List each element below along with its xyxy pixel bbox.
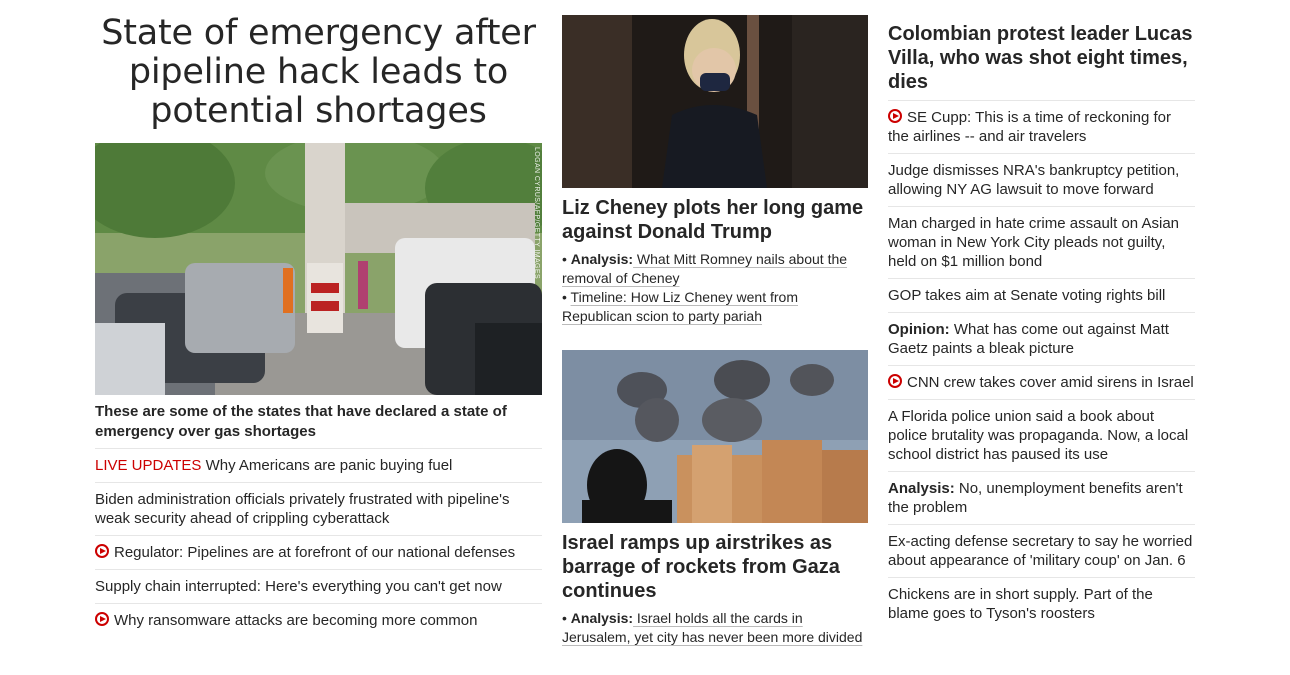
- gaza-airstrikes-photo[interactable]: [562, 350, 868, 523]
- list-item-text[interactable]: GOP takes aim at Senate voting rights bi…: [888, 287, 1165, 304]
- list-item-text[interactable]: Ex-acting defense secretary to say he wo…: [888, 533, 1192, 569]
- list-item-text[interactable]: Regulator: Pipelines are at forefront of…: [114, 544, 515, 561]
- lead-headline[interactable]: State of emergency after pipeline hack l…: [95, 14, 542, 131]
- liz-cheney-image: [562, 15, 868, 188]
- gaza-airstrikes-image: [562, 350, 868, 523]
- list-item-text[interactable]: Biden administration officials privately…: [95, 491, 509, 527]
- list-item[interactable]: GOP takes aim at Senate voting rights bi…: [888, 278, 1195, 312]
- lead-story-column: State of emergency after pipeline hack l…: [95, 0, 542, 637]
- list-item-text[interactable]: Man charged in hate crime assault on Asi…: [888, 215, 1179, 270]
- colombia-headline[interactable]: Colombian protest leader Lucas Villa, wh…: [888, 22, 1195, 100]
- analysis-label[interactable]: Analysis:: [571, 610, 633, 626]
- list-item-text[interactable]: Supply chain interrupted: Here's everyth…: [95, 578, 502, 595]
- gas-station-photo[interactable]: LOGAN CYRUS/AFP/GETTY IMAGES: [95, 143, 542, 395]
- list-item[interactable]: A Florida police union said a book about…: [888, 399, 1195, 471]
- list-item[interactable]: Judge dismisses NRA's bankruptcy petitio…: [888, 153, 1195, 206]
- list-item[interactable]: Chickens are in short supply. Part of th…: [888, 577, 1195, 630]
- lead-headline-line-3[interactable]: potential shortages: [95, 92, 542, 131]
- list-item[interactable]: Man charged in hate crime assault on Asi…: [888, 206, 1195, 278]
- analysis-label[interactable]: Analysis:: [571, 251, 633, 267]
- list-item-text[interactable]: Why Americans are panic buying fuel: [201, 457, 453, 474]
- headlines-list: SE Cupp: This is a time of reckoning for…: [888, 100, 1195, 630]
- list-item-text[interactable]: Chickens are in short supply. Part of th…: [888, 586, 1153, 622]
- secondary-stories-column: Liz Cheney plots her long game against D…: [562, 0, 868, 647]
- play-video-icon: [888, 374, 902, 388]
- list-item[interactable]: Opinion: What has come out against Matt …: [888, 312, 1195, 365]
- liz-cheney-photo[interactable]: [562, 15, 868, 188]
- list-item-text[interactable]: Why ransomware attacks are becoming more…: [114, 612, 477, 629]
- liz-cheney-headline[interactable]: Liz Cheney plots her long game against D…: [562, 196, 868, 244]
- lead-headline-line-2[interactable]: pipeline hack leads to: [95, 53, 542, 92]
- list-item-text[interactable]: A Florida police union said a book about…: [888, 408, 1188, 463]
- list-item[interactable]: SE Cupp: This is a time of reckoning for…: [888, 100, 1195, 153]
- gas-station-image: [95, 143, 542, 395]
- lead-related-list: LIVE UPDATES Why Americans are panic buy…: [95, 448, 542, 637]
- list-item-text[interactable]: Judge dismisses NRA's bankruptcy petitio…: [888, 162, 1179, 198]
- list-item-text[interactable]: SE Cupp: This is a time of reckoning for…: [888, 109, 1171, 145]
- play-video-icon: [888, 109, 902, 123]
- play-video-icon: [95, 612, 109, 626]
- related-link[interactable]: • Analysis: What Mitt Romney nails about…: [562, 250, 868, 288]
- list-item[interactable]: Why ransomware attacks are becoming more…: [95, 603, 542, 637]
- list-item-text[interactable]: CNN crew takes cover amid sirens in Isra…: [907, 374, 1194, 391]
- photo-credit: LOGAN CYRUS/AFP/GETTY IMAGES: [533, 147, 540, 280]
- live-updates-label[interactable]: LIVE UPDATES: [95, 457, 201, 474]
- gaza-related-links: • Analysis: Israel holds all the cards i…: [562, 609, 868, 647]
- list-item[interactable]: Supply chain interrupted: Here's everyth…: [95, 569, 542, 603]
- opinion-label[interactable]: Opinion:: [888, 321, 950, 338]
- list-item[interactable]: Ex-acting defense secretary to say he wo…: [888, 524, 1195, 577]
- analysis-label[interactable]: Analysis:: [888, 480, 955, 497]
- related-link-text[interactable]: Timeline: How Liz Cheney went from Repub…: [562, 289, 798, 324]
- liz-cheney-related-links: • Analysis: What Mitt Romney nails about…: [562, 250, 868, 326]
- list-item[interactable]: LIVE UPDATES Why Americans are panic buy…: [95, 448, 542, 482]
- lead-headline-line-1[interactable]: State of emergency after: [95, 14, 542, 53]
- list-item[interactable]: Biden administration officials privately…: [95, 482, 542, 535]
- list-item[interactable]: Analysis: No, unemployment benefits aren…: [888, 471, 1195, 524]
- headlines-column: Colombian protest leader Lucas Villa, wh…: [888, 0, 1195, 630]
- play-video-icon: [95, 544, 109, 558]
- list-item[interactable]: CNN crew takes cover amid sirens in Isra…: [888, 365, 1195, 399]
- lead-story-link[interactable]: These are some of the states that have d…: [95, 395, 542, 448]
- gaza-headline[interactable]: Israel ramps up airstrikes as barrage of…: [562, 531, 868, 603]
- related-link[interactable]: • Timeline: How Liz Cheney went from Rep…: [562, 288, 868, 326]
- list-item[interactable]: Regulator: Pipelines are at forefront of…: [95, 535, 542, 569]
- related-link[interactable]: • Analysis: Israel holds all the cards i…: [562, 609, 868, 647]
